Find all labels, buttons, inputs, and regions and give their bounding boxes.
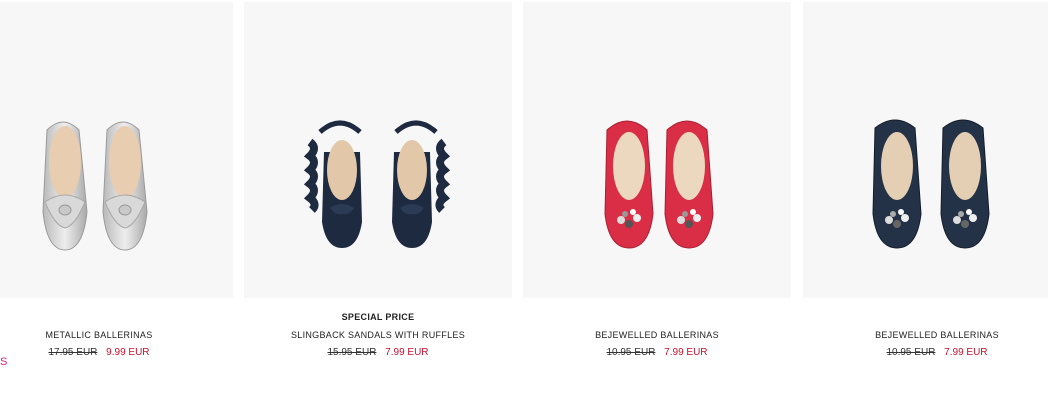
sale-price: 7.99 EUR: [385, 347, 429, 358]
product-image[interactable]: [523, 2, 791, 298]
product-price-row: 15.95 EUR 7.99 EUR: [244, 347, 512, 358]
product-price-row: 10.95 EUR 7.99 EUR: [803, 347, 1048, 358]
navy-ruffle-sandals-icon: [303, 120, 451, 248]
product-name[interactable]: BEJEWELLED BALLERINAS: [523, 330, 791, 340]
product-name[interactable]: METALLIC BALLERINAS: [0, 330, 233, 340]
original-price: 17.95 EUR: [48, 347, 98, 358]
navy-jewel-ballerina-icon: [872, 119, 990, 249]
product-image[interactable]: [244, 2, 512, 298]
silver-ballerina-shoes-icon: [42, 121, 148, 251]
product-image[interactable]: [0, 2, 233, 298]
sale-price: 7.99 EUR: [664, 347, 708, 358]
sale-price: 7.99 EUR: [944, 347, 988, 358]
product-price-row: 10.95 EUR 7.99 EUR: [523, 347, 791, 358]
product-badge: SPECIAL PRICE: [341, 312, 415, 322]
original-price: 10.95 EUR: [886, 347, 936, 358]
product-price-row: 17.95 EUR 9.99 EUR: [0, 347, 233, 358]
sale-price: 9.99 EUR: [106, 347, 150, 358]
product-name[interactable]: SLINGBACK SANDALS WITH RUFFLES: [244, 330, 512, 340]
original-price: 15.95 EUR: [327, 347, 377, 358]
product-image[interactable]: [803, 2, 1048, 298]
red-jewel-ballerina-icon: [604, 120, 714, 249]
original-price: 10.95 EUR: [606, 347, 656, 358]
product-name[interactable]: BEJEWELLED BALLERINAS: [803, 330, 1048, 340]
